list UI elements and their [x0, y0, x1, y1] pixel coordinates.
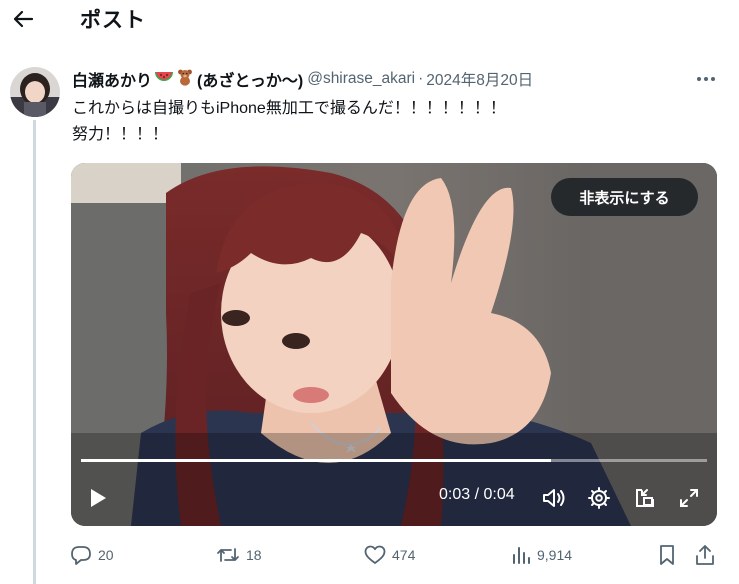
views-button[interactable]: 9,914	[511, 540, 572, 570]
settings-icon	[588, 487, 610, 509]
page-header: ポスト	[0, 0, 739, 46]
video-time-display: 0:03 / 0:04	[439, 486, 515, 503]
picture-in-picture-icon	[636, 489, 654, 507]
fullscreen-button[interactable]	[676, 485, 702, 511]
post-date[interactable]: 2024年8月20日	[426, 68, 533, 90]
video-progress-fill	[81, 459, 551, 462]
like-button[interactable]: 474	[364, 540, 415, 570]
page-title: ポスト	[80, 9, 146, 32]
thread-line	[33, 120, 36, 584]
volume-button[interactable]	[540, 485, 568, 511]
more-icon	[697, 77, 715, 81]
display-name[interactable]: 白瀬あかり (あざとっか〜)	[72, 67, 303, 91]
repost-count: 18	[246, 547, 262, 563]
views-count: 9,914	[537, 547, 573, 563]
hide-media-button[interactable]: 非表示にする	[551, 178, 698, 216]
settings-button[interactable]	[586, 485, 612, 511]
post-text: これからは自撮りもiPhone無加工で撮るんだ！！！！！！！ 努力！！！！	[72, 100, 506, 143]
post-author-row: 白瀬あかり (あざとっか〜) @shirase_akari · 2024年8月2…	[72, 68, 533, 90]
volume-icon	[543, 489, 565, 507]
video-frame	[71, 163, 717, 526]
reply-count: 20	[98, 547, 114, 563]
video-player[interactable]: 非表示にする 0:03 / 0:04	[71, 163, 717, 526]
play-button[interactable]	[85, 485, 111, 511]
repost-icon	[217, 548, 239, 562]
share-icon	[696, 545, 714, 565]
back-button[interactable]	[8, 4, 38, 34]
views-icon	[513, 547, 530, 564]
bookmark-icon	[660, 545, 674, 565]
reply-icon	[71, 546, 91, 565]
display-name-text: 白瀬あかり	[72, 73, 153, 90]
back-arrow-icon	[13, 10, 34, 28]
post-action-bar: 20 18 474 9,914	[0, 540, 739, 570]
more-button[interactable]	[694, 68, 718, 90]
like-count: 474	[392, 547, 416, 563]
watermelon-icon	[154, 69, 174, 90]
teddy-bear-icon	[176, 68, 194, 91]
repost-button[interactable]: 18	[216, 540, 262, 570]
reply-button[interactable]: 20	[70, 540, 114, 570]
video-progress-bar[interactable]	[81, 459, 707, 462]
bookmark-button[interactable]	[658, 540, 676, 570]
avatar[interactable]	[10, 67, 60, 117]
play-icon	[91, 489, 106, 507]
separator-dot: ·	[418, 70, 424, 87]
heart-icon	[364, 545, 386, 564]
display-name-suffix: (あざとっか〜)	[197, 73, 304, 90]
picture-in-picture-button[interactable]	[632, 485, 658, 511]
user-handle[interactable]: @shirase_akari	[307, 70, 415, 88]
share-button[interactable]	[695, 540, 715, 570]
fullscreen-icon	[680, 489, 698, 507]
